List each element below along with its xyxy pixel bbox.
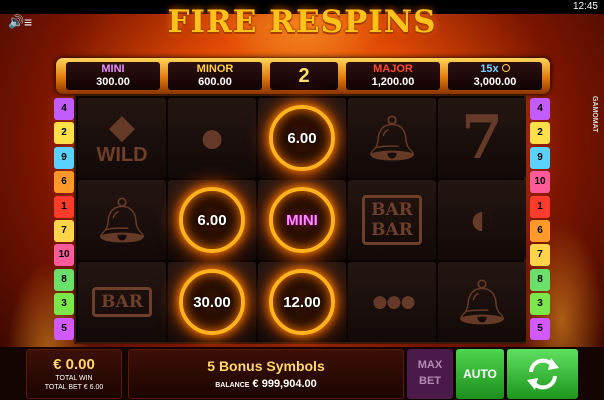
jackpot-major: MAJOR 1,200.00 (346, 62, 440, 90)
diamond-icon: ◆ (108, 107, 136, 146)
payline-marker: 9 (54, 146, 74, 169)
bell-icon: 🔔︎ (94, 196, 150, 245)
jackpot-minor-name: MINOR (196, 63, 234, 75)
message-text: 5 Bonus Symbols (207, 358, 325, 374)
payline-marker: 7 (54, 220, 74, 242)
reel-cell-bonus: 12.00 (258, 262, 346, 342)
jackpot-bar: MINI 300.00 MINOR 600.00 2 MAJOR 1,200.0… (56, 58, 550, 94)
reel-cell-grapes: ●●● (348, 262, 436, 342)
reel-cell-bell: 🔔︎ (438, 262, 526, 342)
seven-symbol: 7 (461, 103, 503, 173)
provider-logo: GAMOMAT (591, 96, 598, 133)
payline-marker: 3 (54, 293, 74, 316)
bell-icon: 🔔︎ (364, 114, 420, 163)
payline-marker: 5 (54, 317, 74, 340)
payline-marker: 4 (54, 98, 74, 120)
payline-marker: 6 (530, 220, 550, 242)
auto-button[interactable]: AUTO (456, 349, 504, 399)
jackpot-mini-value: 300.00 (96, 76, 130, 88)
jackpot-grand-multiplier: 15x (480, 63, 499, 75)
balance: BALANCE € 999,904.00 (129, 376, 403, 394)
jackpot-grand-name: 15x (448, 62, 542, 76)
payline-marker: 1 (54, 195, 74, 218)
reel-cell-seven: 7 (438, 98, 526, 178)
bar-label: BAR (371, 220, 413, 240)
jackpot-mini-name: MINI (101, 63, 125, 75)
payline-marker: 3 (530, 293, 550, 316)
reel-cell-melon: ◐ (438, 180, 526, 260)
reel-cell-bar: BAR (78, 262, 166, 342)
balance-value: € 999,904.00 (252, 378, 317, 390)
max-bet-label: MAX (417, 359, 443, 371)
reel-cell-wild: ◆ WILD (78, 98, 166, 178)
payline-marker: 9 (530, 146, 550, 169)
payline-marker: 5 (530, 317, 550, 340)
bar-label: BAR (371, 200, 413, 220)
bonus-fireball: 6.00 (179, 187, 245, 253)
bonus-fireball: 6.00 (269, 105, 335, 171)
payline-marker: 6 (54, 171, 74, 194)
respins-counter: 2 (270, 62, 338, 90)
bonus-fireball-mini: MINI (269, 187, 335, 253)
payline-marker: 2 (54, 122, 74, 145)
payline-marker: 10 (530, 171, 550, 194)
payline-marker: 10 (54, 244, 74, 267)
game-stage: 12:45 🔊 ≡ FIRE RESPINS MINI 300.00 MINOR… (0, 0, 604, 400)
total-win-box: € 0.00 TOTAL WIN TOTAL BET € 6.00 (26, 349, 122, 399)
reel-cell-bonus: MINI (258, 180, 346, 260)
balance-label: BALANCE (215, 382, 250, 389)
total-bet[interactable]: TOTAL BET € 6.00 (27, 383, 121, 393)
reel-cell-bonus: 30.00 (168, 262, 256, 342)
grapes-icon: ●●● (370, 285, 417, 318)
spin-icon (526, 358, 559, 390)
bar-symbol: BAR (92, 287, 152, 317)
game-title: FIRE RESPINS (167, 4, 437, 40)
payline-marker: 8 (530, 268, 550, 291)
spin-button[interactable] (507, 349, 578, 399)
jackpot-major-value: 1,200.00 (371, 76, 415, 88)
reel-grid: ◆ WILD ● 6.00 🔔︎ 7 🔔︎ 6.00 MINI BAR BAR … (74, 94, 526, 344)
jackpot-minor-value: 600.00 (198, 76, 232, 88)
payline-marker: 8 (54, 268, 74, 291)
bell-icon: 🔔︎ (454, 278, 510, 327)
jackpot-major-name: MAJOR (373, 63, 413, 75)
wild-label: WILD (96, 143, 148, 166)
bonus-fireball: 30.00 (179, 269, 245, 335)
payline-marker: 2 (530, 122, 550, 145)
melon-icon: ◐ (468, 195, 496, 244)
reel-cell-bonus: 6.00 (258, 98, 346, 178)
reel-cell-orange: ● (168, 98, 256, 178)
jackpot-minor: MINOR 600.00 (168, 62, 262, 90)
coin-icon (501, 64, 510, 72)
message-box: 5 Bonus Symbols BALANCE € 999,904.00 (128, 349, 404, 399)
reel-cell-bar: BAR BAR (348, 180, 436, 260)
total-win-amount: € 0.00 (53, 356, 95, 373)
double-bar-symbol: BAR BAR (362, 195, 422, 245)
reel-cell-bell: 🔔︎ (348, 98, 436, 178)
payline-marker: 4 (530, 98, 550, 120)
payline-marker: 1 (530, 195, 550, 218)
reel-cell-bonus: 6.00 (168, 180, 256, 260)
payline-marker: 7 (530, 244, 550, 267)
jackpot-mini: MINI 300.00 (66, 62, 160, 90)
orange-icon: ● (198, 113, 226, 162)
jackpot-grand: 15x 3,000.00 (448, 62, 542, 90)
bonus-fireball: 12.00 (269, 269, 335, 335)
max-bet-button[interactable]: MAX BET (407, 349, 453, 399)
total-win-label: TOTAL WIN (55, 375, 93, 382)
max-bet-label: BET (419, 375, 441, 387)
reel-cell-bell: 🔔︎ (78, 180, 166, 260)
jackpot-grand-value: 3,000.00 (473, 76, 517, 88)
